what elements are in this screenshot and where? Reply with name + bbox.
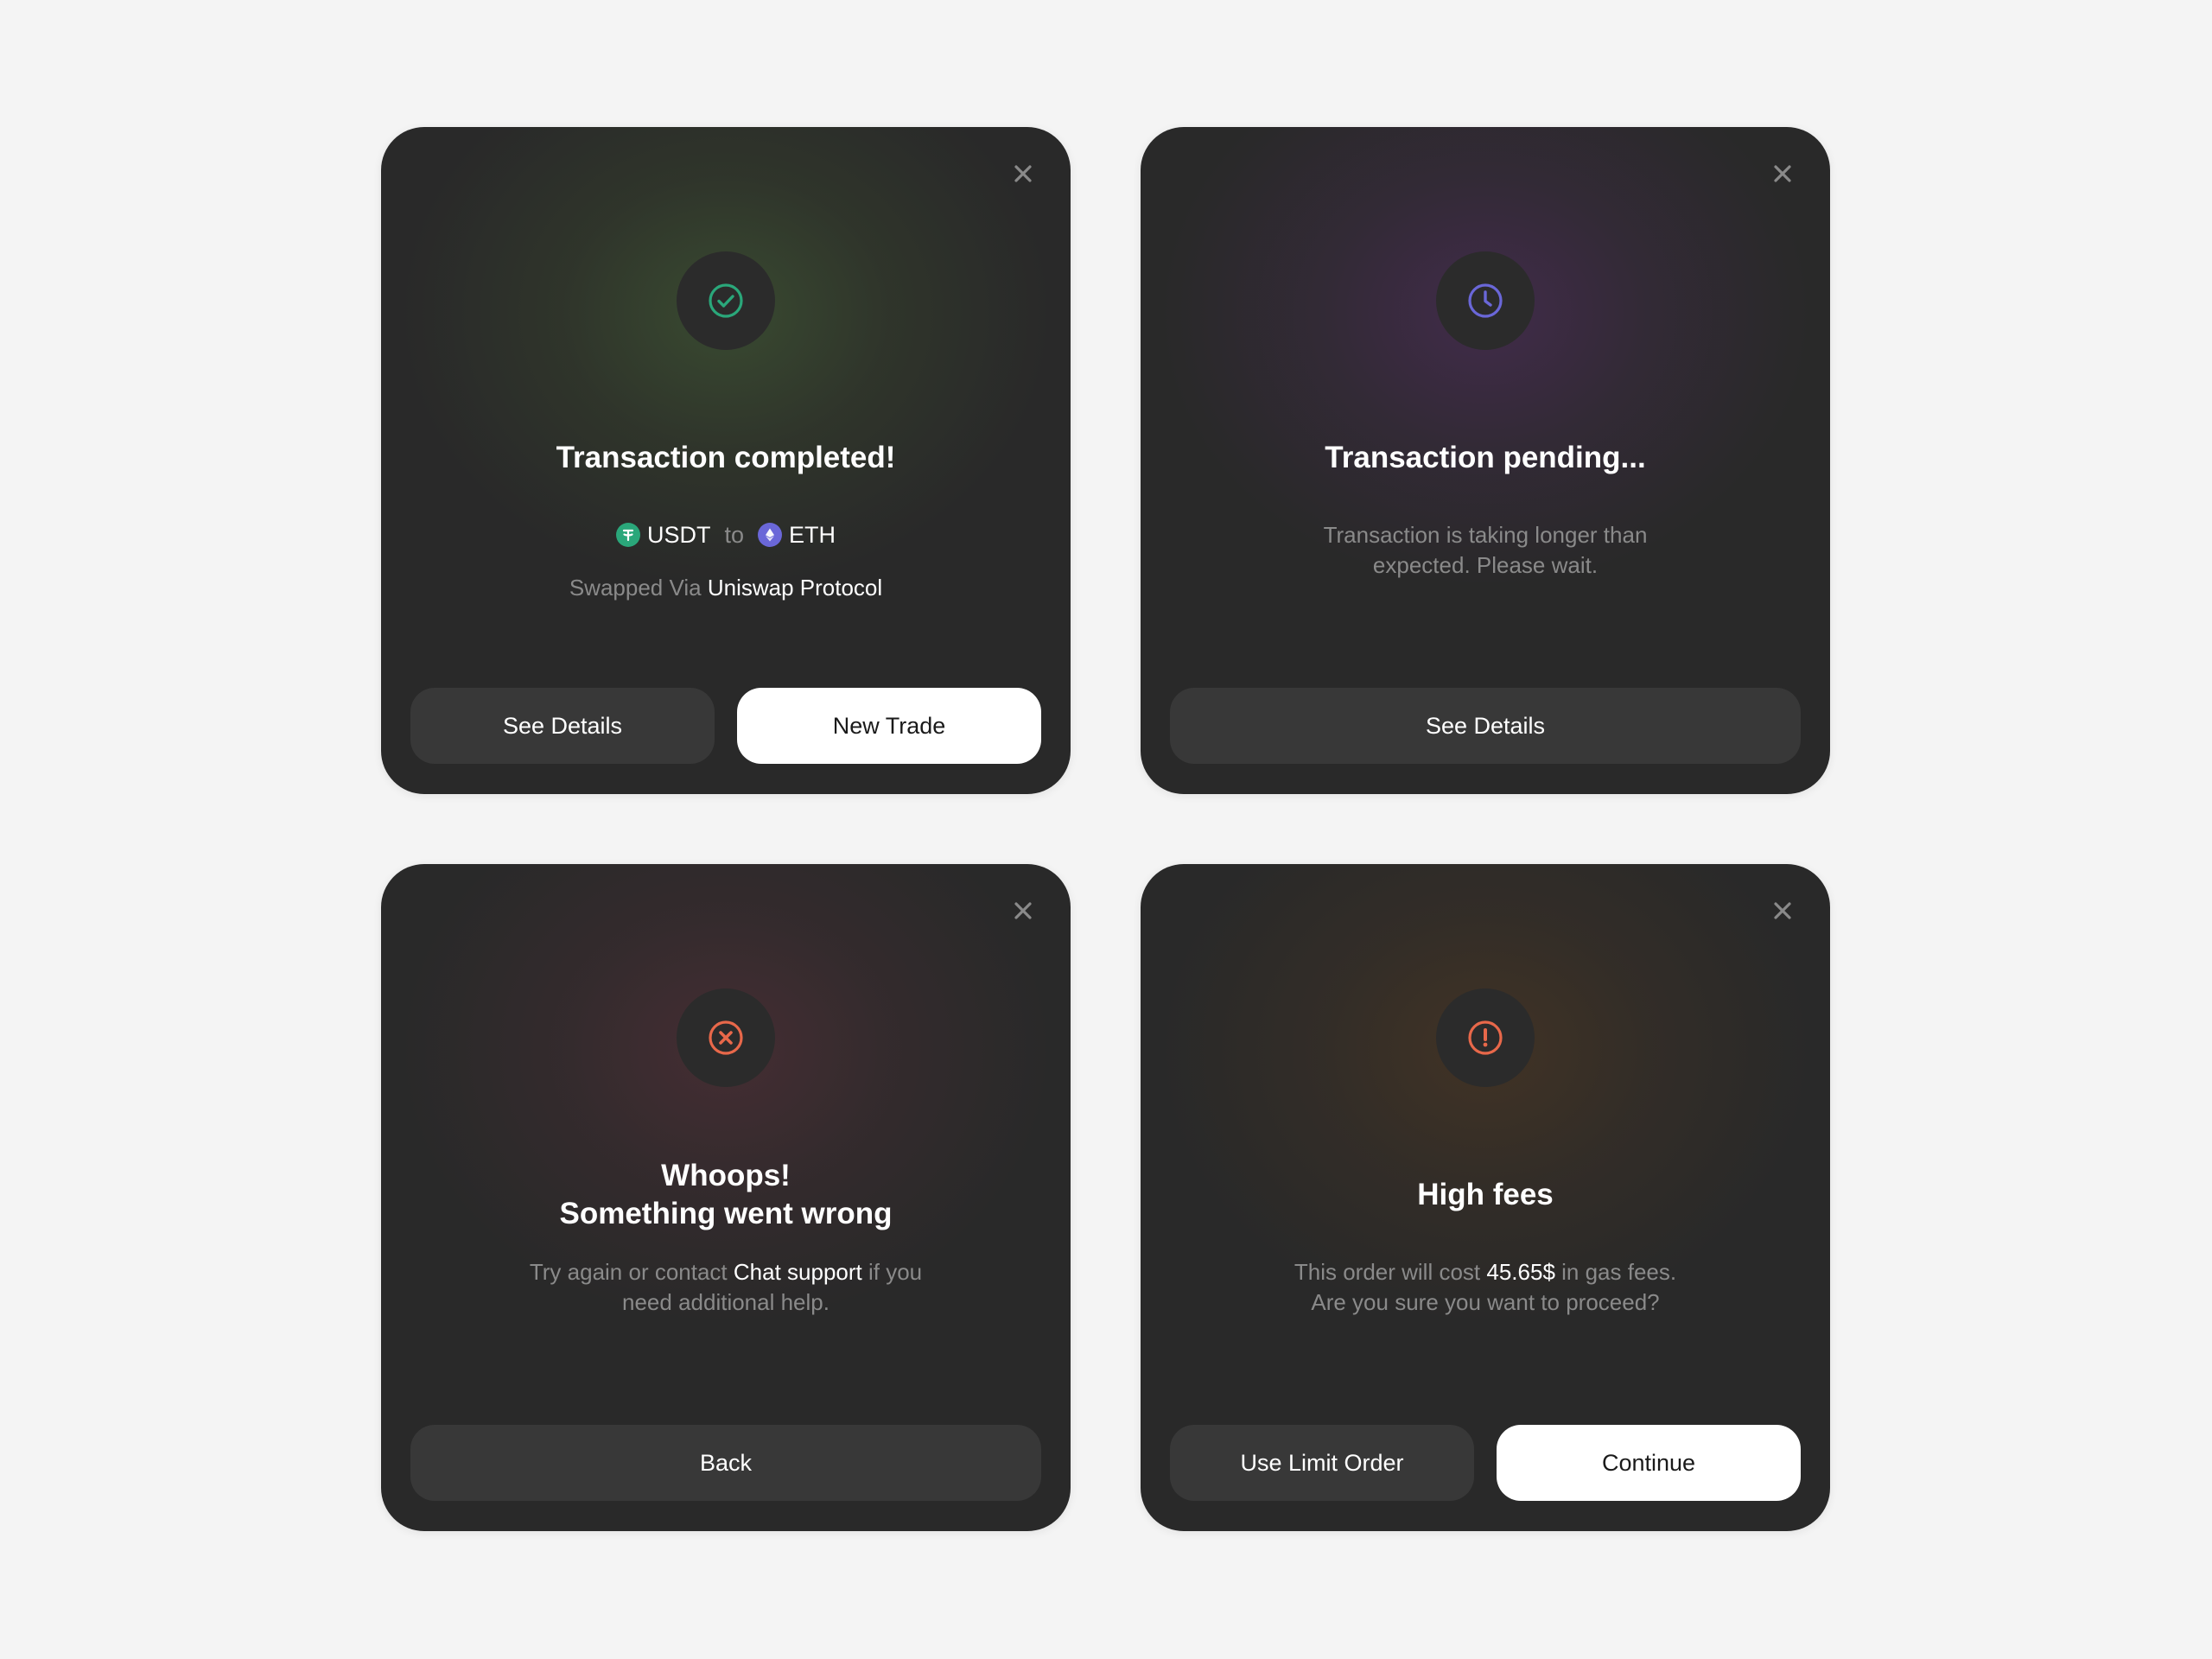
swap-via-label: Swapped Via <box>569 575 702 601</box>
error-message-line-2: need additional help. <box>622 1289 830 1315</box>
see-details-button[interactable]: See Details <box>1170 688 1801 764</box>
fee-message-suffix: in gas fees. <box>1561 1259 1677 1285</box>
card-title-line-2: Something went wrong <box>559 1197 893 1230</box>
error-card: Whoops! Something went wrong Try again o… <box>381 864 1071 1531</box>
ethereum-icon <box>758 523 783 547</box>
from-token-symbol: USDT <box>646 521 711 548</box>
close-icon <box>1014 165 1032 182</box>
pending-message-line-2: expected. Please wait. <box>1372 552 1599 578</box>
fee-message-prefix: This order will cost <box>1294 1259 1481 1285</box>
close-icon <box>1774 165 1791 182</box>
close-button[interactable] <box>1765 156 1800 191</box>
close-button[interactable] <box>1006 156 1040 191</box>
swap-pair: USDT to ETH <box>381 518 1071 552</box>
transaction-pending-card: Transaction pending... Transaction is ta… <box>1141 127 1830 794</box>
card-title: Whoops! Something went wrong <box>381 1157 1071 1233</box>
fee-message-line-2: Are you sure you want to proceed? <box>1311 1289 1660 1315</box>
error-message: Try again or contact Chat support if you… <box>433 1257 1019 1318</box>
tether-icon <box>615 523 640 547</box>
status-icon-badge <box>1436 251 1535 350</box>
fee-amount: 45.65$ <box>1486 1259 1555 1285</box>
close-icon <box>1014 902 1032 919</box>
swap-connector: to <box>724 521 745 548</box>
close-button[interactable] <box>1006 893 1040 928</box>
chat-support-link[interactable]: Chat support <box>734 1259 862 1285</box>
error-message-prefix: Try again or contact <box>529 1259 728 1285</box>
transaction-completed-card: Transaction completed! USDT to ETH Swapp… <box>381 127 1071 794</box>
new-trade-button[interactable]: New Trade <box>737 688 1041 764</box>
status-icon-badge <box>1436 988 1535 1087</box>
error-message-suffix: if you <box>868 1259 923 1285</box>
close-button[interactable] <box>1765 893 1800 928</box>
card-title: High fees <box>1417 1178 1554 1211</box>
card-title-line-1: Whoops! <box>661 1159 791 1192</box>
protocol-name: Uniswap Protocol <box>707 575 883 601</box>
high-fees-card: High fees This order will cost 45.65$ in… <box>1141 864 1830 1531</box>
to-token-symbol: ETH <box>789 521 836 548</box>
card-title: Transaction pending... <box>1325 441 1646 474</box>
back-button[interactable]: Back <box>410 1425 1041 1501</box>
pending-message-line-1: Transaction is taking longer than <box>1323 522 1648 548</box>
clock-icon <box>1468 283 1503 318</box>
fee-message: This order will cost 45.65$ in gas fees.… <box>1192 1257 1778 1318</box>
continue-button[interactable]: Continue <box>1497 1425 1801 1501</box>
swap-protocol-line: Swapped Via Uniswap Protocol <box>433 573 1019 603</box>
status-icon-badge <box>677 251 775 350</box>
exclamation-circle-icon <box>1468 1020 1503 1055</box>
close-icon <box>1774 902 1791 919</box>
check-circle-icon <box>709 283 743 318</box>
card-title: Transaction completed! <box>556 441 896 474</box>
use-limit-order-button[interactable]: Use Limit Order <box>1170 1425 1474 1501</box>
x-circle-icon <box>709 1020 743 1055</box>
see-details-button[interactable]: See Details <box>410 688 715 764</box>
status-icon-badge <box>677 988 775 1087</box>
pending-message: Transaction is taking longer than expect… <box>1192 520 1778 581</box>
